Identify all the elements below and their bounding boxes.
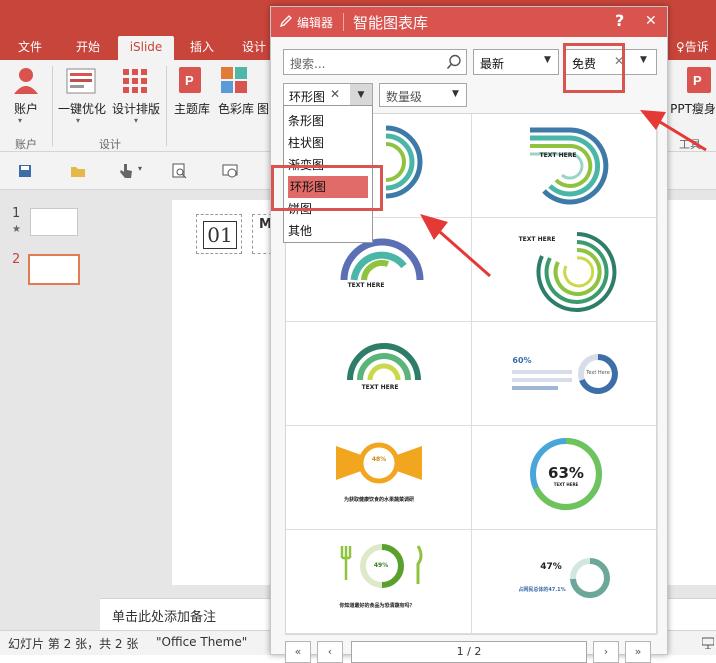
arrow-icon — [640, 110, 707, 152]
arrow-icon — [420, 214, 491, 278]
annotation-arrows — [420, 110, 707, 278]
